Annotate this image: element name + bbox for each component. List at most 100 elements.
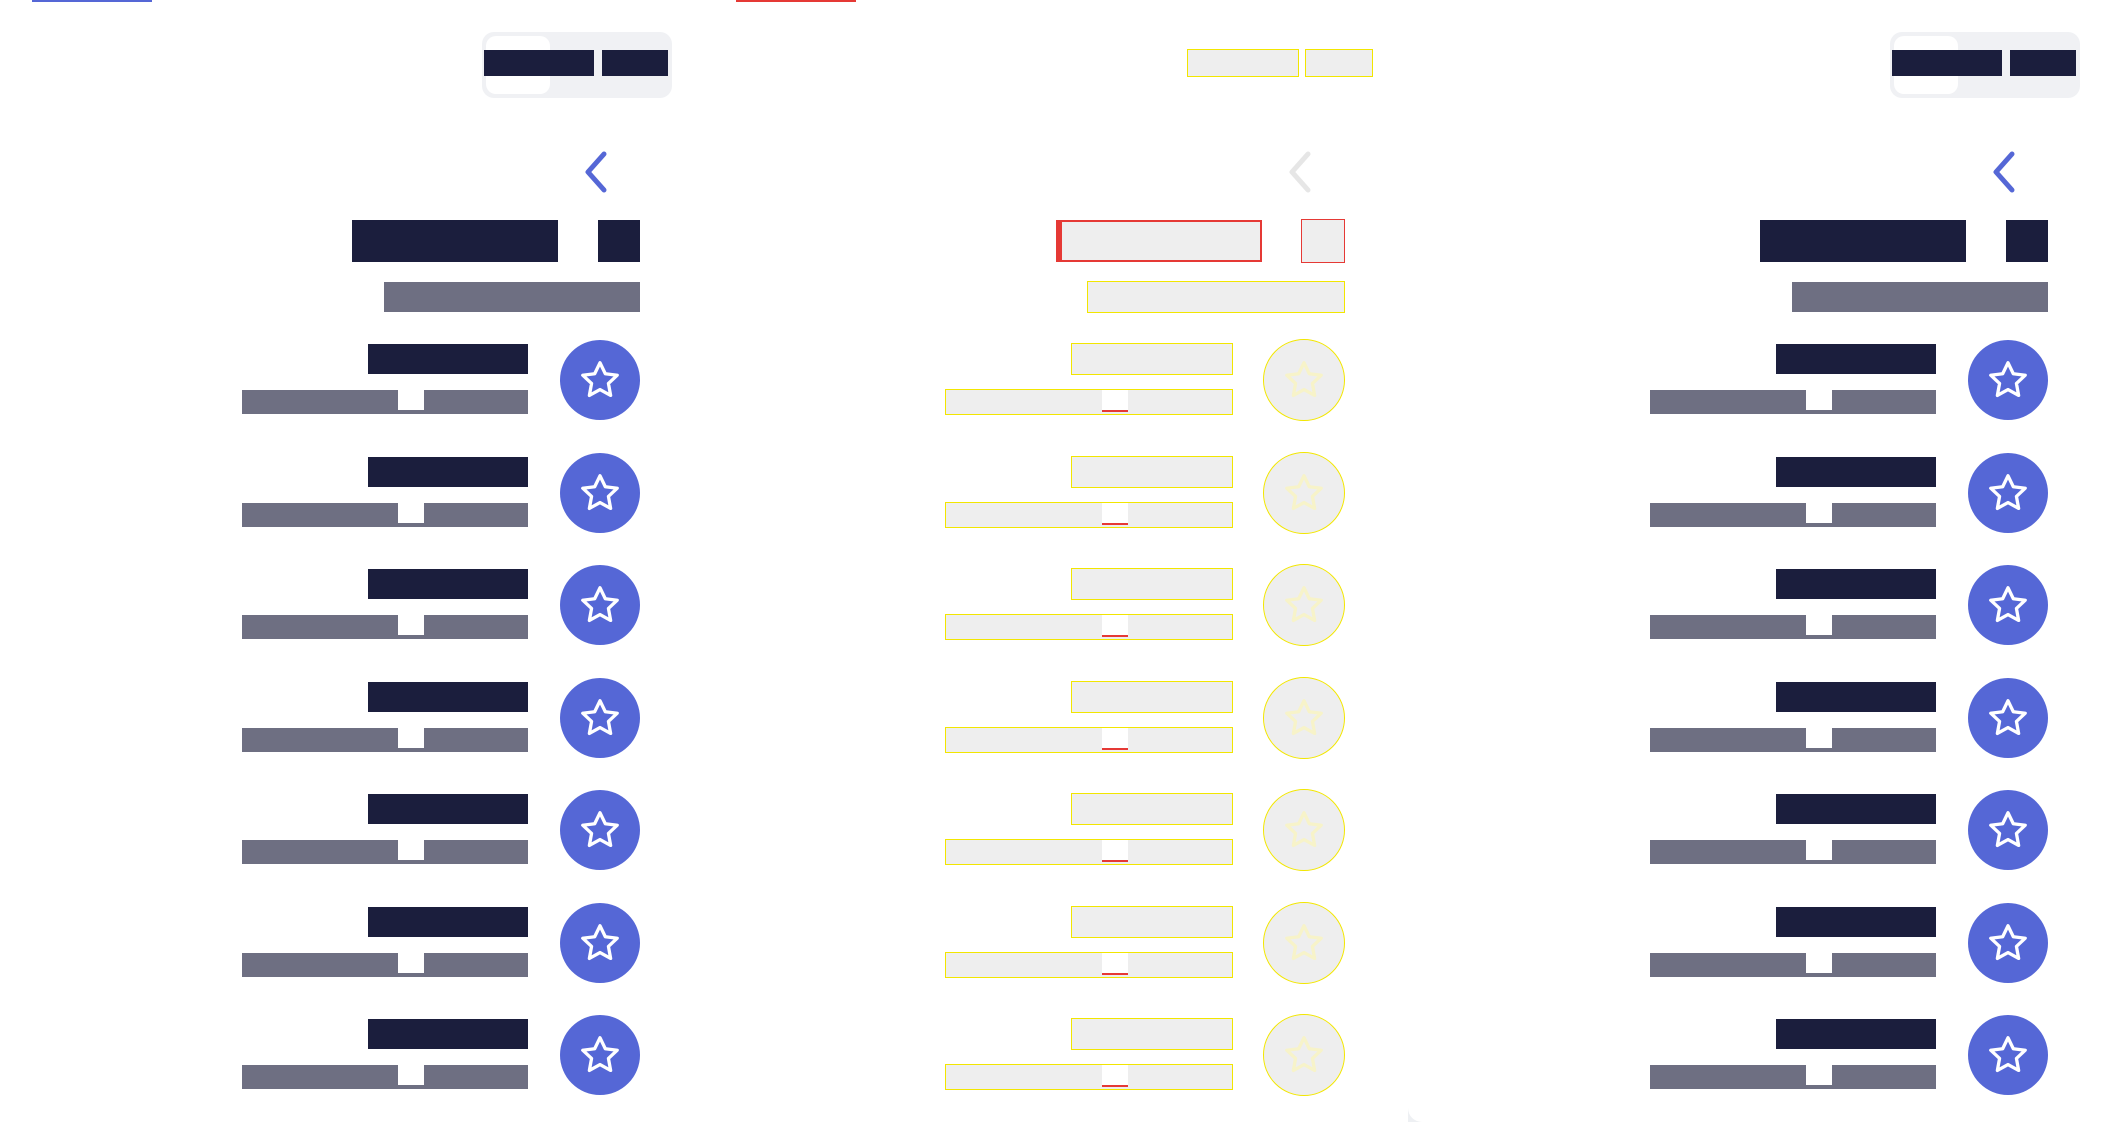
list-item[interactable] (1408, 677, 2112, 782)
meta-separator (1102, 840, 1128, 862)
list-item[interactable] (704, 339, 1408, 444)
toggle-option-1[interactable] (1187, 49, 1299, 77)
favorite-button[interactable] (560, 902, 640, 983)
list-item-meta (242, 390, 528, 414)
favorite-button[interactable] (560, 340, 640, 420)
list-item[interactable] (1408, 452, 2112, 557)
favorite-button[interactable] (560, 565, 640, 645)
list-item-meta (242, 502, 528, 527)
list-item[interactable] (704, 1014, 1408, 1119)
favorite-button[interactable] (1968, 340, 2048, 420)
star-icon (1989, 698, 2027, 735)
toggle-option-2[interactable] (1305, 49, 1373, 77)
list-item[interactable] (704, 451, 1408, 557)
favorite-button[interactable] (1263, 564, 1345, 646)
star-icon (581, 473, 619, 510)
list-item[interactable] (0, 790, 704, 894)
star-icon (1989, 811, 2027, 848)
star-icon (1989, 361, 2027, 398)
list-item-name (1776, 681, 1936, 712)
list-item[interactable] (1408, 790, 2112, 894)
favorite-button[interactable] (1968, 677, 2048, 758)
page-title (1056, 220, 1262, 262)
favorite-button[interactable] (1263, 676, 1345, 759)
star-icon (1989, 1036, 2027, 1073)
favorite-button[interactable] (1263, 901, 1345, 984)
chevron-left-icon[interactable] (576, 148, 616, 196)
list-item-name (368, 681, 528, 712)
segmented-toggle[interactable] (1890, 32, 2080, 98)
list-item[interactable] (1408, 902, 2112, 1007)
list-item[interactable] (704, 676, 1408, 782)
list-item-name (1776, 569, 1936, 599)
list-item[interactable] (0, 565, 704, 669)
list-item-name (1776, 456, 1936, 487)
list-item-meta (1650, 1065, 1936, 1089)
list-item-meta (1650, 390, 1936, 414)
page-subtitle (1792, 282, 2048, 312)
list-item-meta (945, 389, 1233, 415)
favorite-button[interactable] (560, 452, 640, 533)
page-subtitle (384, 282, 640, 312)
screen-panel-3 (1408, 0, 2112, 1122)
list-item[interactable] (704, 901, 1408, 1007)
list-item[interactable] (704, 789, 1408, 894)
meta-separator (398, 952, 424, 973)
favorite-button[interactable] (560, 790, 640, 870)
toggle-option-1[interactable] (484, 50, 594, 76)
segmented-toggle[interactable] (482, 32, 672, 98)
favorite-button[interactable] (1263, 1014, 1345, 1096)
list-item-name (1071, 793, 1233, 825)
list-item[interactable] (0, 902, 704, 1007)
chevron-left-icon[interactable] (1984, 148, 2024, 196)
list-item[interactable] (0, 1015, 704, 1119)
page-title (352, 220, 558, 262)
list-item[interactable] (1408, 565, 2112, 669)
toggle-option-1[interactable] (1892, 50, 2002, 76)
page-title (1760, 220, 1966, 262)
meta-separator (1806, 502, 1832, 523)
list-item-meta (1650, 840, 1936, 864)
list-item-name (1071, 455, 1233, 488)
segmented-toggle[interactable] (1186, 32, 1376, 98)
meta-separator (1102, 615, 1128, 637)
star-icon (581, 1036, 619, 1073)
favorite-button[interactable] (1968, 902, 2048, 983)
meta-separator (398, 390, 424, 410)
meta-separator (398, 840, 424, 860)
meta-separator (398, 615, 424, 635)
toggle-option-2[interactable] (602, 50, 668, 76)
star-icon (581, 361, 619, 398)
favorite-button[interactable] (560, 677, 640, 758)
list-item[interactable] (0, 340, 704, 444)
star-icon (1285, 811, 1323, 848)
meta-separator (1806, 390, 1832, 410)
favorite-button[interactable] (1968, 1015, 2048, 1095)
favorite-button[interactable] (560, 1015, 640, 1095)
favorite-button[interactable] (1263, 339, 1345, 421)
list-item[interactable] (1408, 1015, 2112, 1119)
list-item-meta (242, 615, 528, 639)
star-icon (1989, 586, 2027, 623)
list-item[interactable] (1408, 340, 2112, 444)
star-icon (1285, 923, 1323, 960)
list-item[interactable] (704, 564, 1408, 669)
toggle-option-2[interactable] (2010, 50, 2076, 76)
star-icon (1285, 586, 1323, 623)
star-icon (1989, 473, 2027, 510)
star-icon (1285, 698, 1323, 735)
favorite-button[interactable] (1263, 789, 1345, 871)
favorite-button[interactable] (1263, 451, 1345, 534)
screen-panel-2 (704, 0, 1408, 1122)
list-item-name (1071, 343, 1233, 375)
chevron-left-icon[interactable] (1280, 148, 1320, 196)
list-item-meta (945, 951, 1233, 978)
favorite-button[interactable] (1968, 790, 2048, 870)
list-item-name (368, 1019, 528, 1049)
favorite-button[interactable] (1968, 452, 2048, 533)
title-count-badge (2006, 220, 2048, 262)
favorite-button[interactable] (1968, 565, 2048, 645)
title-count-badge (598, 220, 640, 262)
list-item[interactable] (0, 677, 704, 782)
list-item[interactable] (0, 452, 704, 557)
